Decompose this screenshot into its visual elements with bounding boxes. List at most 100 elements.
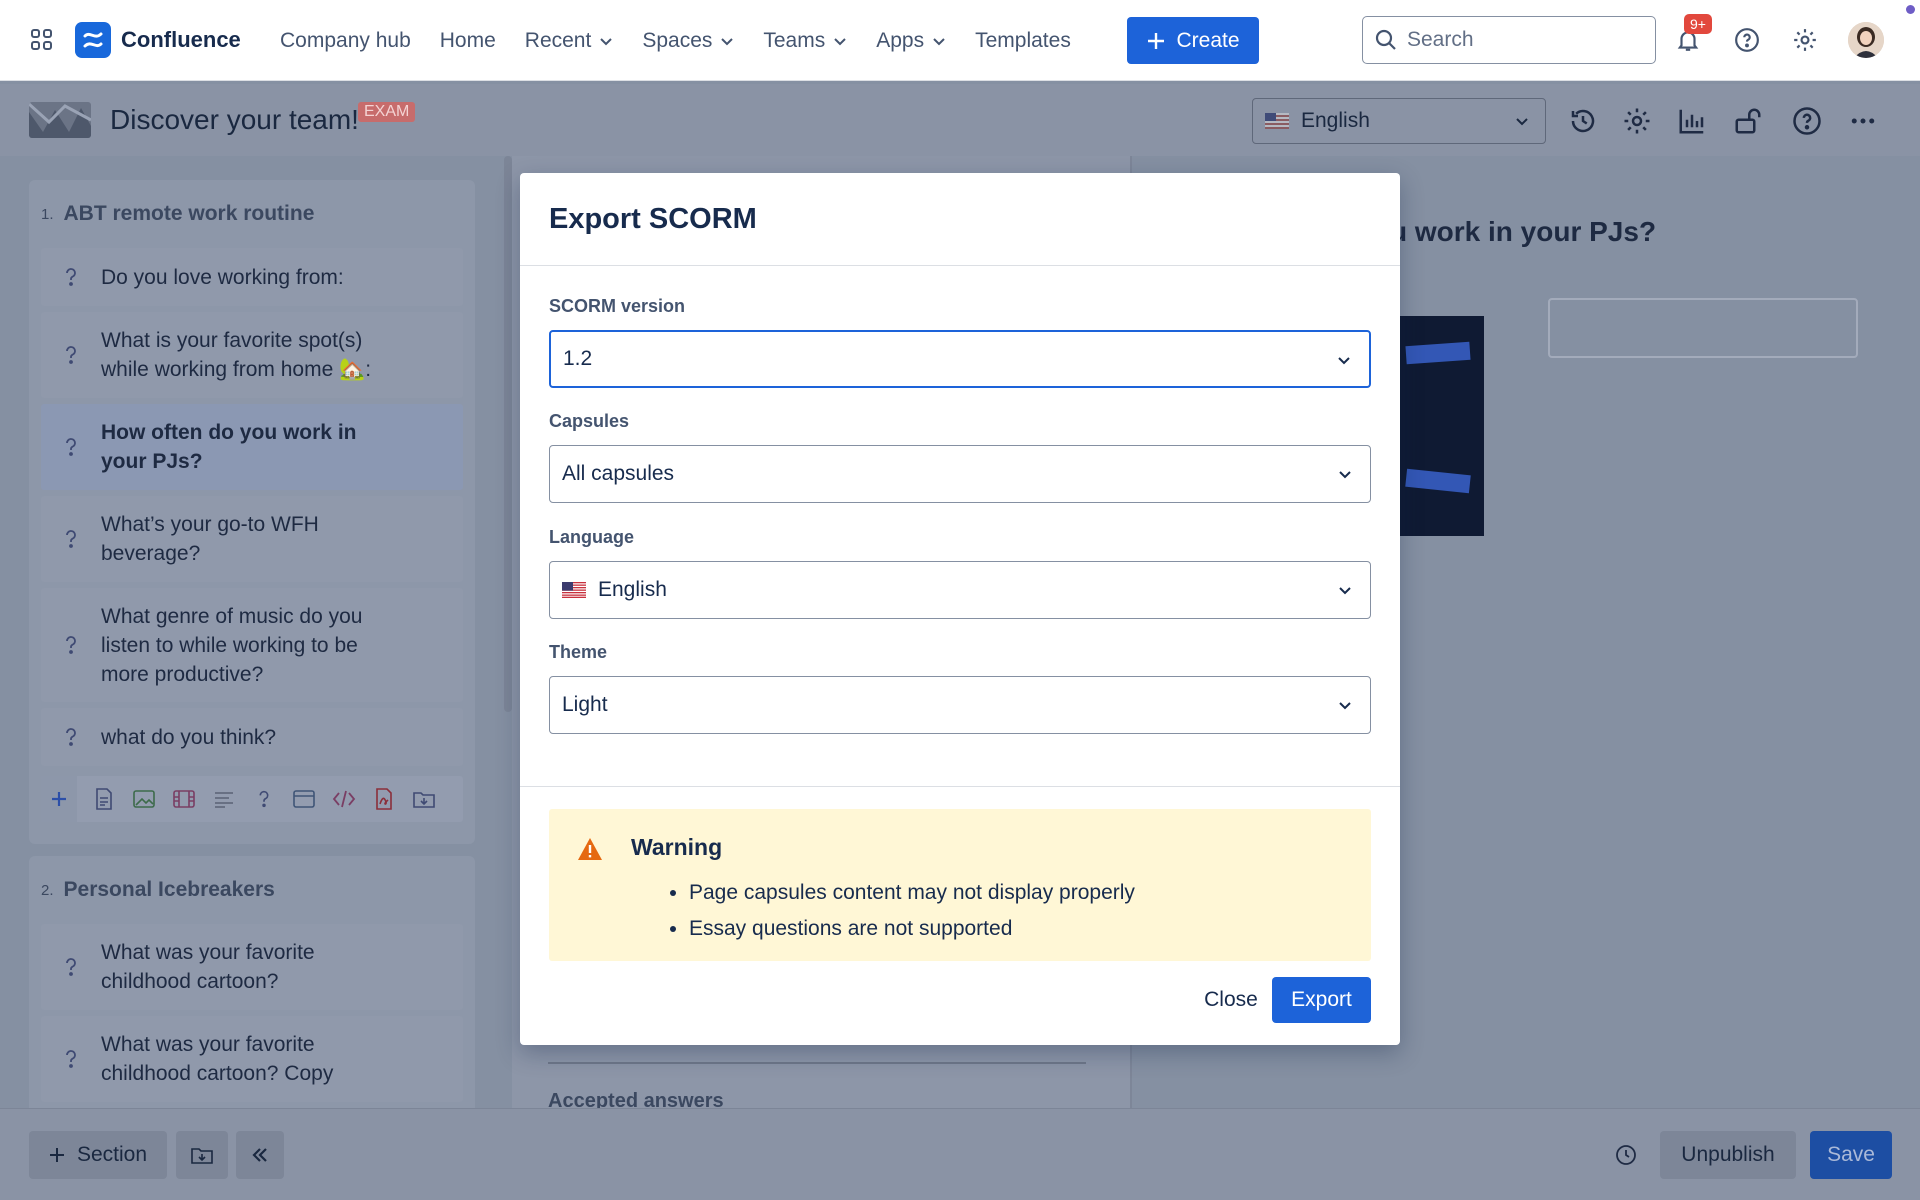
capsules-value: All capsules (562, 462, 675, 485)
divider (548, 1062, 1086, 1064)
import-button[interactable] (176, 1131, 228, 1179)
notifications-badge: 9+ (1684, 14, 1712, 34)
section-title: Personal Icebreakers (63, 878, 275, 901)
nav-spaces[interactable]: Spaces (642, 29, 734, 53)
dialog-title: Export SCORM (549, 203, 757, 235)
list-item[interactable]: What genre of music do you listen to whi… (41, 588, 463, 702)
import-folder-icon[interactable] (411, 786, 437, 812)
question-add-icon[interactable] (251, 786, 277, 812)
analytics-chart-icon[interactable] (1677, 106, 1707, 136)
question-icon (66, 438, 76, 456)
nav-home[interactable]: Home (440, 29, 496, 53)
confluence-logo-icon (75, 22, 111, 58)
app-name: Confluence (121, 27, 241, 52)
unpublish-label: Unpublish (1681, 1143, 1775, 1166)
language-select[interactable]: English (549, 561, 1371, 619)
unlock-icon[interactable] (1733, 106, 1763, 136)
left-panel-scrollbar[interactable] (504, 156, 512, 712)
list-item[interactable]: What’s your go-to WFH beverage? (41, 496, 463, 582)
page-help-icon[interactable] (1792, 106, 1822, 136)
list-item-active[interactable]: How often do you work in your PJs? (41, 404, 463, 490)
section-card: 1. ABT remote work routine Do you love w… (29, 180, 475, 844)
page-language-select[interactable]: English (1252, 98, 1546, 144)
list-item[interactable]: What is your favorite spot(s) while work… (41, 312, 463, 398)
history-icon[interactable] (1568, 106, 1598, 136)
language-value: English (598, 578, 667, 601)
section-number: 2. (41, 881, 54, 899)
image-icon[interactable] (131, 786, 157, 812)
history-clock-icon[interactable] (1614, 1143, 1638, 1167)
add-section-button[interactable]: Section (29, 1131, 167, 1179)
list-item-label: What is your favorite spot(s) while work… (101, 329, 372, 381)
answer-input[interactable] (1548, 298, 1858, 358)
section-number: 1. (41, 205, 54, 223)
nav-link-label: Teams (763, 28, 826, 52)
search-input[interactable]: Search (1362, 16, 1656, 64)
video-icon[interactable] (171, 786, 197, 812)
nav-recent[interactable]: Recent (525, 29, 614, 53)
list-item-label: What was your favorite childhood cartoon… (101, 1033, 334, 1085)
confluence-logo[interactable]: Confluence (75, 22, 241, 58)
question-icon (66, 728, 76, 746)
nav-teams[interactable]: Teams (763, 29, 847, 53)
section-header[interactable]: 1. ABT remote work routine (29, 180, 475, 248)
nav-templates[interactable]: Templates (975, 29, 1071, 53)
add-section-label: Section (76, 1143, 148, 1166)
list-item[interactable]: Do you love working from: (41, 248, 463, 306)
app-switcher-icon[interactable] (30, 28, 56, 54)
left-panel: 1. ABT remote work routine Do you love w… (0, 156, 510, 1116)
text-lines-icon[interactable] (211, 786, 237, 812)
section-header[interactable]: 2. Personal Icebreakers (29, 856, 475, 924)
dialog-header-divider (520, 265, 1400, 266)
image-strip (1405, 468, 1471, 494)
add-plus-icon[interactable] (41, 776, 77, 822)
question-icon (66, 636, 76, 654)
nav-link-label: Recent (524, 28, 592, 52)
code-icon[interactable] (331, 786, 357, 812)
user-avatar[interactable] (1848, 22, 1884, 58)
folder-import-icon (191, 1148, 213, 1164)
page-doc-icon[interactable] (91, 786, 117, 812)
page-settings-icon[interactable] (1622, 106, 1652, 136)
warning-banner: Warning Page capsules content may not di… (549, 809, 1371, 961)
list-item[interactable]: what do you think? (41, 708, 463, 766)
save-button[interactable]: Save (1810, 1131, 1892, 1179)
list-item-label: What genre of music do you listen to whi… (101, 604, 363, 686)
us-flag-icon (1265, 113, 1289, 129)
settings-gear-icon[interactable] (1789, 24, 1821, 56)
list-item[interactable]: What was your favorite childhood cartoon… (41, 1016, 463, 1102)
create-button[interactable]: Create (1127, 17, 1259, 64)
nav-company-hub[interactable]: Company hub (280, 29, 411, 53)
question-icon (66, 530, 76, 548)
search-placeholder: Search (1407, 28, 1474, 51)
help-icon[interactable] (1731, 24, 1763, 56)
nav-link-label: Apps (876, 28, 925, 52)
scorm-version-select[interactable]: 1.2 (549, 330, 1371, 388)
embed-window-icon[interactable] (291, 786, 317, 812)
list-item[interactable]: What was your favorite childhood cartoon… (41, 924, 463, 1010)
nav-link-label: Templates (975, 28, 1071, 52)
bottom-toolbar: Section Unpublish Save (0, 1108, 1920, 1200)
theme-select[interactable]: Light (549, 676, 1371, 734)
chevron-down-icon (1339, 702, 1351, 710)
collapse-panel-button[interactable] (236, 1131, 284, 1179)
nav-links: Company hub Home Recent Spaces Teams App… (280, 0, 1100, 81)
capsules-select[interactable]: All capsules (549, 445, 1371, 503)
export-button[interactable]: Export (1272, 977, 1371, 1023)
search-icon (1375, 29, 1396, 50)
pdf-icon[interactable] (371, 786, 397, 812)
unpublish-button[interactable]: Unpublish (1660, 1131, 1796, 1179)
warning-item: Page capsules content may not display pr… (689, 875, 1135, 911)
export-scorm-dialog: Export SCORM SCORM version 1.2 Capsules … (520, 173, 1400, 1045)
warning-title: Warning (631, 834, 723, 860)
exam-badge: EXAM (358, 102, 416, 122)
chevron-down-icon (834, 37, 846, 45)
more-options-icon[interactable] (1848, 106, 1878, 136)
list-item-label: How often do you work in your PJs? (101, 421, 357, 473)
close-button[interactable]: Close (1176, 977, 1286, 1023)
page-language-value: English (1301, 109, 1370, 132)
nav-apps[interactable]: Apps (876, 29, 946, 53)
preview-question-title: u work in your PJs? (1390, 216, 1657, 247)
language-label: Language (549, 527, 635, 547)
chevron-down-icon (721, 37, 734, 45)
